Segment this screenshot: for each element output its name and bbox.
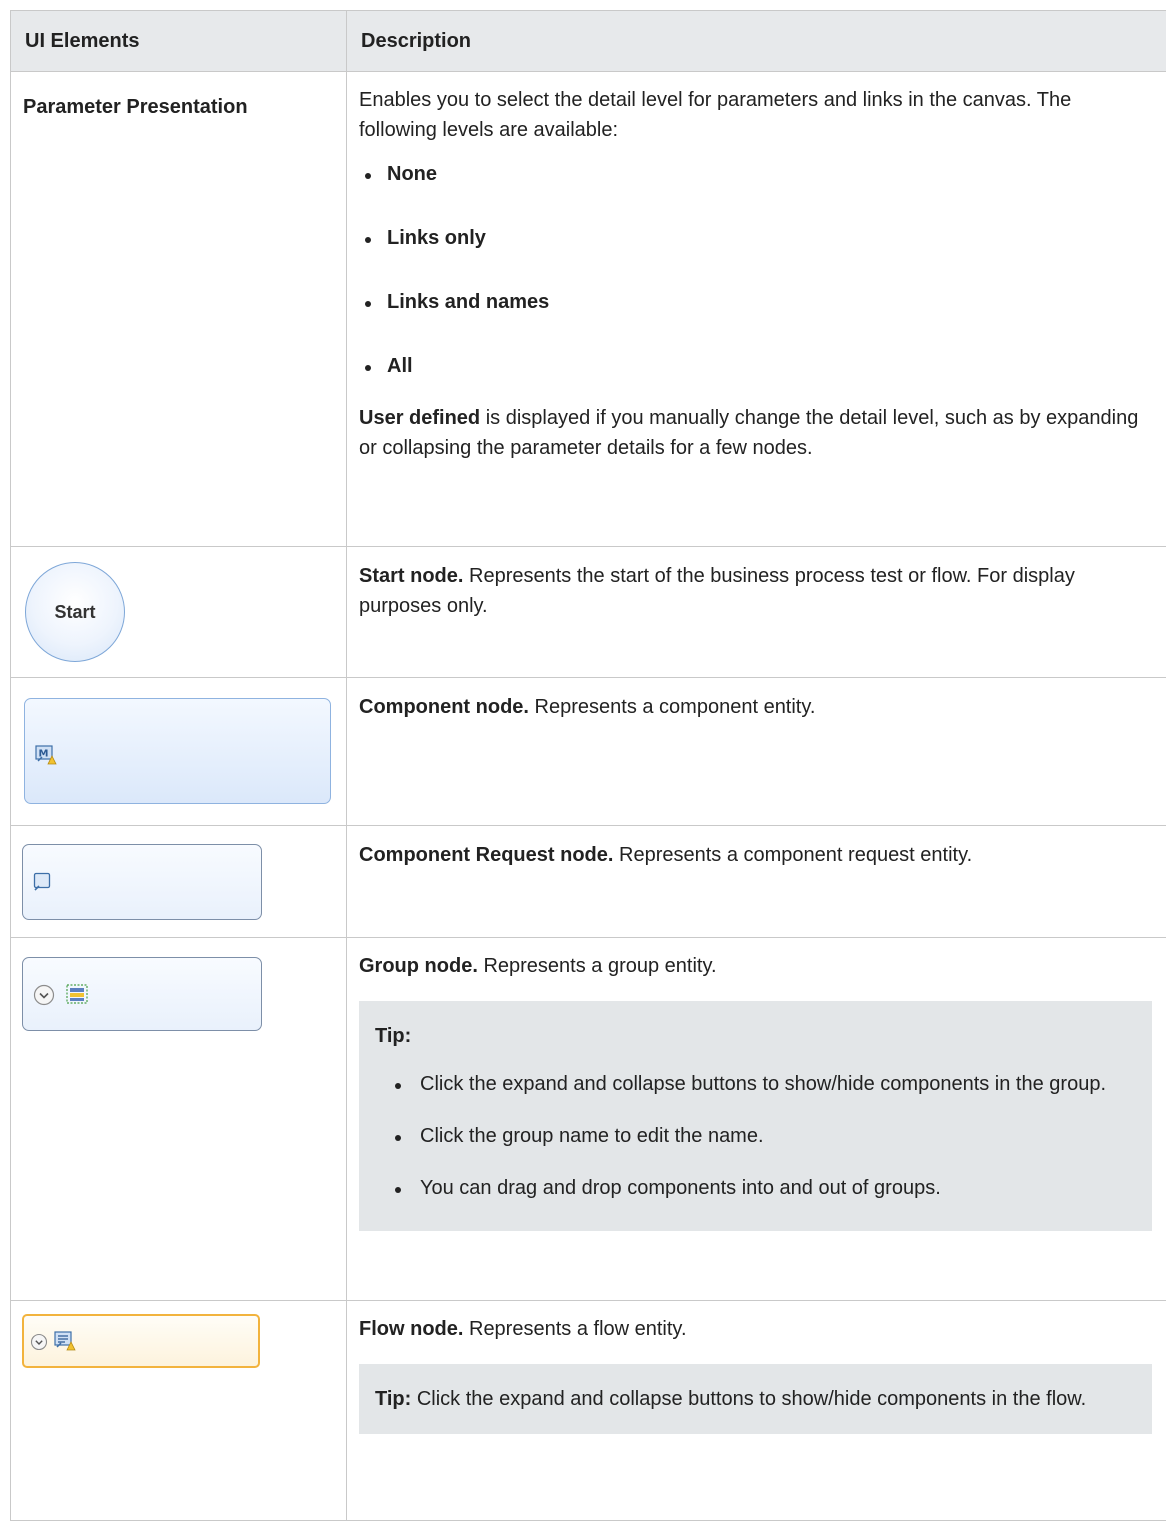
ui-element-cell: Parameter Presentation <box>11 72 347 547</box>
list-item: All <box>359 351 1152 381</box>
list-item: None <box>359 159 1152 189</box>
svg-text:M: M <box>39 749 49 760</box>
component-node-graphic: M <box>24 698 331 804</box>
ui-element-cell: M <box>11 678 347 826</box>
expand-collapse-icon <box>30 1333 48 1356</box>
description-cell: Flow node. Represents a flow entity. Tip… <box>347 1301 1166 1521</box>
list-item: Links and names <box>359 287 1152 317</box>
start-node-label: Start <box>54 602 95 623</box>
component-request-node-text: Represents a component request entity. <box>613 844 972 866</box>
start-node-term: Start node. <box>359 565 463 587</box>
description-cell: Component node. Represents a component e… <box>347 678 1166 826</box>
component-request-node-description: Component Request node. Represents a com… <box>359 840 1152 870</box>
component-request-icon <box>33 872 53 897</box>
flow-node-graphic <box>22 1314 260 1368</box>
table-row-parameter-presentation: Parameter Presentation Enables you to se… <box>11 72 1166 547</box>
table-row-flow-node: Flow node. Represents a flow entity. Tip… <box>11 1301 1166 1521</box>
group-node-text: Represents a group entity. <box>478 955 717 977</box>
table-row-component-request-node: Component Request node. Represents a com… <box>11 826 1166 938</box>
user-defined-note: User defined is displayed if you manuall… <box>359 403 1152 463</box>
list-item: You can drag and drop components into an… <box>375 1173 1136 1203</box>
table-row-group-node: Group node. Represents a group entity. T… <box>11 938 1166 1301</box>
component-node-text: Represents a component entity. <box>529 696 815 718</box>
ui-element-cell <box>11 826 347 938</box>
flow-node-term: Flow node. <box>359 1318 463 1340</box>
detail-level-list: None Links only Links and names All <box>359 159 1152 381</box>
group-node-term: Group node. <box>359 955 478 977</box>
component-node-term: Component node. <box>359 696 529 718</box>
description-cell: Component Request node. Represents a com… <box>347 826 1166 938</box>
tip-title: Tip: <box>375 1021 1136 1051</box>
column-header-ui-elements: UI Elements <box>11 11 347 72</box>
description-cell: Start node. Represents the start of the … <box>347 547 1166 678</box>
start-node-description: Start node. Represents the start of the … <box>359 561 1152 621</box>
tip-title: Tip: <box>375 1388 411 1410</box>
group-icon <box>65 983 89 1010</box>
component-icon: M <box>35 745 57 770</box>
start-node-text: Represents the start of the business pro… <box>359 565 1075 617</box>
ui-element-cell <box>11 938 347 1301</box>
list-item: Click the group name to edit the name. <box>375 1121 1136 1151</box>
group-node-description: Group node. Represents a group entity. <box>359 951 1152 981</box>
table-header-row: UI Elements Description <box>11 11 1166 72</box>
description-cell: Enables you to select the detail level f… <box>347 72 1166 547</box>
table-row-component-node: M Component node. Represents a component… <box>11 678 1166 826</box>
component-request-node-term: Component Request node. <box>359 844 613 866</box>
flow-node-text: Represents a flow entity. <box>463 1318 686 1340</box>
description-cell: Group node. Represents a group entity. T… <box>347 938 1166 1301</box>
group-node-graphic <box>22 957 262 1031</box>
parameter-intro-text: Enables you to select the detail level f… <box>359 85 1152 145</box>
flow-tip-text: Tip: Click the expand and collapse butto… <box>375 1384 1136 1414</box>
ui-element-cell <box>11 1301 347 1521</box>
column-header-description: Description <box>347 11 1166 72</box>
expand-collapse-icon <box>33 984 55 1011</box>
user-defined-term: User defined <box>359 407 480 429</box>
parameter-presentation-label: Parameter Presentation <box>11 72 346 119</box>
component-node-description: Component node. Represents a component e… <box>359 692 1152 722</box>
table-row-start-node: Start Start node. Represents the start o… <box>11 547 1166 678</box>
group-tip-list: Click the expand and collapse buttons to… <box>375 1069 1136 1203</box>
component-request-node-graphic <box>22 844 262 920</box>
ui-element-cell: Start <box>11 547 347 678</box>
flow-node-description: Flow node. Represents a flow entity. <box>359 1314 1152 1344</box>
flow-icon <box>54 1331 76 1356</box>
flow-tip-box: Tip: Click the expand and collapse butto… <box>359 1364 1152 1434</box>
group-tip-box: Tip: Click the expand and collapse butto… <box>359 1001 1152 1231</box>
list-item: Click the expand and collapse buttons to… <box>375 1069 1136 1099</box>
start-node-graphic: Start <box>25 562 125 662</box>
flow-tip-body: Click the expand and collapse buttons to… <box>411 1388 1086 1410</box>
ui-elements-table: UI Elements Description Parameter Presen… <box>10 10 1166 1521</box>
list-item: Links only <box>359 223 1152 253</box>
